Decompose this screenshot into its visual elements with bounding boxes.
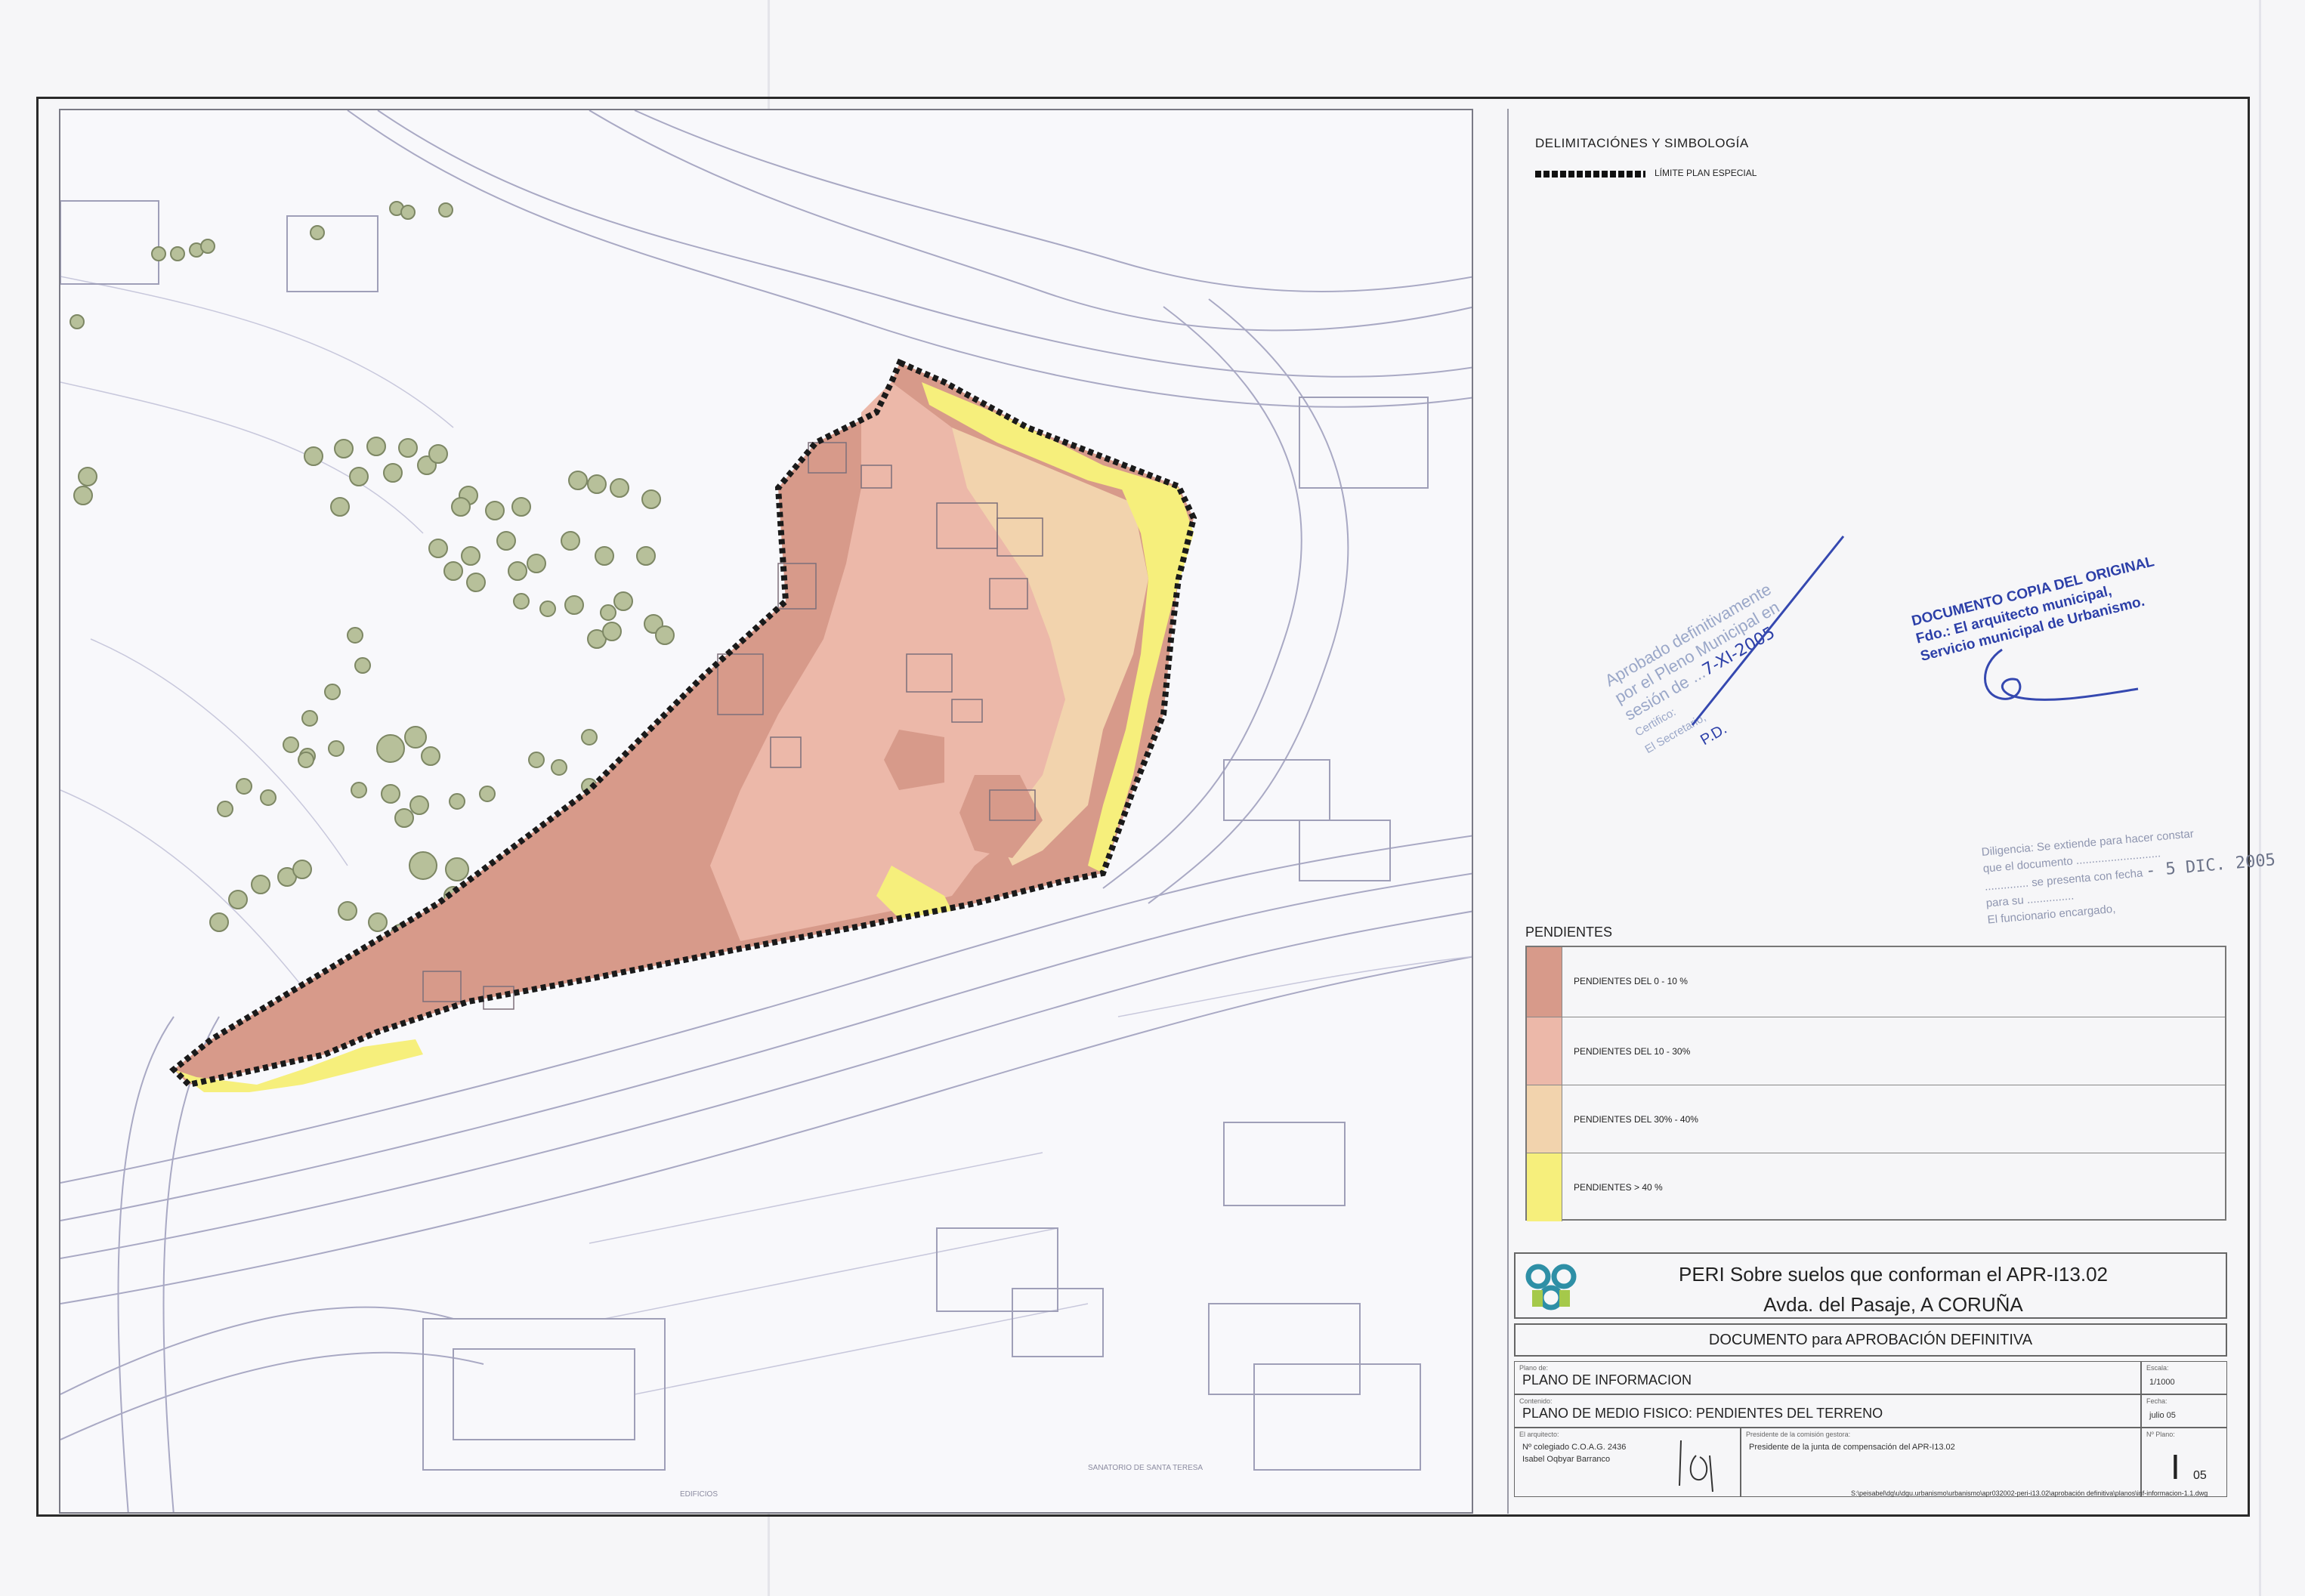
architect-number: Nº colegiado C.O.A.G. 2436: [1522, 1443, 1627, 1452]
slopes-legend: PENDIENTES DEL 0 - 10 % PENDIENTES DEL 1…: [1525, 946, 2226, 1221]
legend-row: PENDIENTES DEL 10 - 30%: [1527, 1017, 2225, 1085]
legend-label: PENDIENTES DEL 0 - 10 %: [1574, 976, 1688, 986]
cell-label: El arquitecto:: [1519, 1431, 1559, 1438]
legend-label: PENDIENTES > 40 %: [1574, 1182, 1663, 1193]
document-type: DOCUMENTO para APROBACIÓN DEFINITIVA: [1514, 1323, 2227, 1357]
cell-label: Nº Plano:: [2146, 1431, 2175, 1438]
scale-cell: Escala: 1/1000: [2141, 1361, 2227, 1394]
cell-label: Plano de:: [1519, 1364, 1549, 1372]
sheet-cell: Nº Plano: I 05: [2141, 1428, 2227, 1497]
slope-zones: [174, 363, 1194, 1092]
scale-value: 1/1000: [2149, 1378, 2175, 1387]
content-title: PLANO DE MEDIO FISICO: PENDIENTES DEL TE…: [1522, 1406, 1883, 1421]
legend-swatch: [1527, 1017, 1562, 1085]
project-title: PERI Sobre suelos que conforman el APR-I…: [1679, 1263, 2108, 1286]
sheet-series: I: [2171, 1447, 2180, 1486]
plan-title: PLANO DE INFORMACION: [1522, 1372, 1692, 1388]
file-path: S:\peisabel\dg\u\dgu.urbanismo\urbanismo…: [1851, 1489, 2208, 1497]
map-drawing: EDIFICIOS SANATORIO DE SANTA TERESA: [60, 110, 1472, 1512]
signature-stroke: [1984, 648, 2139, 701]
map-area[interactable]: EDIFICIOS SANATORIO DE SANTA TERESA: [59, 109, 1473, 1514]
architect-signature: [1679, 1440, 1713, 1493]
legend-boundary-label: LÍMITE PLAN ESPECIAL: [1655, 168, 1757, 178]
cell-label: Escala:: [2146, 1364, 2169, 1372]
legend-row: PENDIENTES > 40 %: [1527, 1153, 2225, 1221]
date-cell: Fecha: julio 05: [2141, 1394, 2227, 1428]
legend-row: PENDIENTES DEL 0 - 10 %: [1527, 947, 2225, 1017]
architect-name: Isabel Oqbyar Barranco: [1522, 1455, 1611, 1464]
plan-cell: Plano de: PLANO DE INFORMACION: [1514, 1361, 2141, 1394]
boundary-line-symbol: [1535, 171, 1645, 178]
project-title-box: PERI Sobre suelos que conforman el APR-I…: [1514, 1252, 2227, 1319]
signature-stroke: [1691, 536, 1845, 726]
legend-row: PENDIENTES DEL 30% - 40%: [1527, 1085, 2225, 1153]
cell-label: Fecha:: [2146, 1397, 2168, 1405]
legend-delimitations-title: DELIMITACIÓNES Y SIMBOLOGÍA: [1535, 136, 1749, 150]
president-cell: Presidente de la comisión gestora: Presi…: [1741, 1428, 2141, 1497]
paper-fold: [2259, 0, 2261, 1596]
president-text: Presidente de la junta de compensación d…: [1749, 1443, 1955, 1452]
date-value: julio 05: [2149, 1411, 2176, 1420]
legend-swatch: [1527, 1153, 1562, 1221]
map-label-block: EDIFICIOS: [680, 1490, 718, 1499]
legend-label: PENDIENTES DEL 10 - 30%: [1574, 1046, 1691, 1057]
legend-swatch: [1527, 1085, 1562, 1153]
legend-slopes-title: PENDIENTES: [1525, 925, 1613, 940]
content-cell: Contenido: PLANO DE MEDIO FISICO: PENDIE…: [1514, 1394, 2141, 1428]
legend-label: PENDIENTES DEL 30% - 40%: [1574, 1114, 1698, 1125]
cell-label: Contenido:: [1519, 1397, 1553, 1405]
architect-cell: El arquitecto: Nº colegiado C.O.A.G. 243…: [1514, 1428, 1741, 1497]
project-location: Avda. del Pasaje, A CORUÑA: [1763, 1293, 2023, 1316]
cell-label: Presidente de la comisión gestora:: [1746, 1431, 1851, 1438]
map-label-block: SANATORIO DE SANTA TERESA: [1088, 1464, 1203, 1472]
sheet-number: 05: [2193, 1469, 2207, 1482]
legend-swatch: [1527, 947, 1562, 1017]
